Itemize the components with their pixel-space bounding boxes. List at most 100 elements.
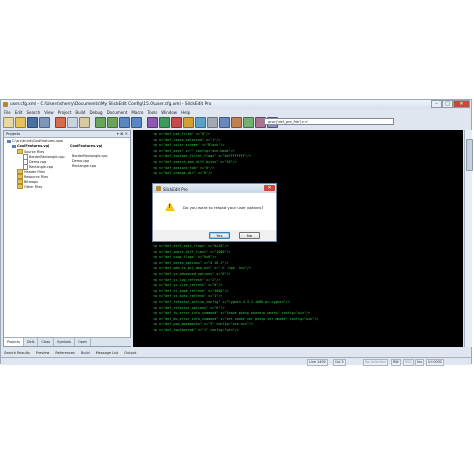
pane-close-icon[interactable]: ▾ ⊠ ✕ bbox=[117, 131, 128, 137]
paste-icon[interactable] bbox=[79, 116, 90, 128]
tab-references[interactable]: References bbox=[55, 350, 74, 357]
dialog-footer: Yes No bbox=[153, 230, 276, 241]
save-all-icon[interactable] bbox=[39, 116, 50, 128]
debug-icon[interactable] bbox=[171, 116, 182, 128]
window-title: user.cfg.xml - C:\Users\sherry\Documents… bbox=[10, 102, 212, 107]
projects-pane-title: Projects bbox=[6, 132, 21, 136]
minimize-button[interactable]: – bbox=[431, 100, 442, 108]
tree-item-workspace[interactable]: C:\src\trunk\CoolFeatures.vpw bbox=[7, 139, 63, 143]
code-line: <p n="def_vc_auto_refresh" v="1"/> bbox=[153, 294, 223, 299]
status-col: Col 5 bbox=[333, 359, 346, 366]
tab-open[interactable]: Open bbox=[75, 338, 91, 346]
code-line: <p n="def_vcpp_flags" v="0x6"/> bbox=[153, 255, 217, 260]
undo-icon[interactable] bbox=[95, 116, 106, 128]
build-icon[interactable] bbox=[147, 116, 158, 128]
project-icon bbox=[12, 144, 16, 148]
code-line: <p n="def_search_max_diff_bytes" v="10"/… bbox=[153, 160, 237, 164]
run-icon[interactable] bbox=[159, 116, 170, 128]
code-line: <p n="def_pop_bookmarks" v="5" config="a… bbox=[153, 322, 254, 327]
close-button[interactable]: ✕ bbox=[453, 100, 470, 108]
tree-item-project-alt[interactable]: CoolFeatures.vpj bbox=[70, 144, 102, 148]
menu-tools[interactable]: Tools bbox=[147, 109, 157, 116]
code-line: <p n="def_options_tab" v="0"/> bbox=[153, 165, 215, 170]
vertical-scrollbar[interactable] bbox=[464, 130, 473, 347]
menu-search[interactable]: Search bbox=[26, 109, 40, 116]
code-line: <p n="def_refactor_active_config" v="Cyg… bbox=[153, 300, 290, 304]
combo-arrow-icon[interactable]: ▸ bbox=[256, 119, 259, 125]
caption-buttons: – □ ✕ bbox=[431, 100, 470, 108]
redo-icon[interactable] bbox=[107, 116, 118, 128]
dialog-close-button[interactable]: ✕ bbox=[264, 185, 275, 191]
tab-output[interactable]: Output bbox=[124, 350, 136, 357]
status-line: Line 1492 bbox=[307, 359, 328, 366]
tree-item-project[interactable]: CoolFeatures.vpj bbox=[12, 144, 49, 148]
dialog-body: ! Do you want to reload your user option… bbox=[153, 193, 276, 241]
menu-project[interactable]: Project bbox=[58, 109, 72, 116]
code-line: <p n="def_leave_selected" v="1"/> bbox=[153, 137, 221, 142]
menu-debug[interactable]: Debug bbox=[89, 109, 102, 116]
menu-view[interactable]: View bbox=[44, 109, 54, 116]
tree-item-file-alt[interactable]: BorderRectangle.cpp bbox=[72, 154, 108, 158]
function-combo[interactable]: proc('def_pre_file')>>' bbox=[264, 118, 394, 125]
code-line: <p n="def_keys" v="" config="ace-mode"/> bbox=[153, 148, 235, 153]
dialog-title: SlickEdit Pro bbox=[163, 186, 188, 192]
main-toolbar bbox=[1, 116, 471, 128]
window-icon[interactable] bbox=[219, 116, 230, 128]
dialog-title-bar[interactable]: SlickEdit Pro ✕ bbox=[153, 184, 276, 193]
tree-item-other-files[interactable]: Other Files bbox=[17, 184, 42, 189]
app-icon bbox=[3, 102, 8, 107]
macro-icon[interactable] bbox=[231, 116, 242, 128]
cut-icon[interactable] bbox=[55, 116, 66, 128]
yes-button[interactable]: Yes bbox=[209, 232, 230, 239]
maximize-button[interactable]: □ bbox=[442, 100, 453, 108]
reload-options-dialog: SlickEdit Pro ✕ ! Do you want to reload … bbox=[152, 183, 277, 242]
replace-icon[interactable] bbox=[131, 116, 142, 128]
code-line: <p n="def_vc_page_refresh" v="4000"/> bbox=[153, 288, 229, 293]
tab-preview[interactable]: Preview bbox=[36, 350, 50, 357]
code-line: <p n="def_smart_diff_limit" v="1000"/> bbox=[153, 249, 231, 254]
code-line: <p n="def_use_fileh" v="0"/> bbox=[153, 132, 211, 136]
menu-window[interactable]: Window bbox=[161, 109, 177, 116]
menu-build[interactable]: Build bbox=[75, 109, 85, 116]
menu-help[interactable]: Help bbox=[181, 109, 190, 116]
tab-build[interactable]: Build bbox=[81, 350, 90, 357]
options-icon[interactable] bbox=[207, 116, 218, 128]
code-line: <p n="def_toolbar_filter_flags" v="0xFFF… bbox=[153, 154, 251, 159]
code-line: <p n="def_vc_live_refresh" v="0"/> bbox=[153, 283, 223, 288]
workspace-icon bbox=[7, 139, 11, 143]
find-icon[interactable] bbox=[119, 116, 130, 128]
menu-document[interactable]: Document bbox=[107, 109, 128, 116]
status-ins: Ins bbox=[415, 359, 424, 366]
code-line: <p n="def_change_dir" v="0"/> bbox=[153, 171, 213, 176]
folder-icon bbox=[17, 184, 23, 189]
status-selection: No Selection bbox=[363, 359, 389, 366]
menu-file[interactable]: File bbox=[4, 109, 11, 116]
tag-icon[interactable] bbox=[195, 116, 206, 128]
title-bar[interactable]: user.cfg.xml - C:\Users\sherry\Documents… bbox=[1, 100, 471, 109]
tab-message-list[interactable]: Message List bbox=[96, 350, 119, 357]
new-file-icon[interactable] bbox=[3, 116, 14, 128]
warning-mark: ! bbox=[168, 204, 171, 210]
copy-icon[interactable] bbox=[67, 116, 78, 128]
status-rw: RW bbox=[391, 359, 401, 366]
tab-search-results[interactable]: Search Results bbox=[4, 350, 30, 357]
scrollbar-thumb[interactable] bbox=[466, 139, 473, 171]
menu-edit[interactable]: Edit bbox=[15, 109, 23, 116]
tab-defs[interactable]: Defs bbox=[24, 338, 39, 346]
code-line: <p n="def_bw_error_info_command" v="set … bbox=[153, 316, 319, 321]
no-button[interactable]: No bbox=[239, 232, 260, 239]
diff-icon[interactable] bbox=[243, 116, 254, 128]
status-rec: REC bbox=[403, 359, 414, 366]
open-folder-icon[interactable] bbox=[15, 116, 26, 128]
bookmark-icon[interactable] bbox=[183, 116, 194, 128]
tab-class[interactable]: Class bbox=[38, 338, 55, 346]
tab-projects[interactable]: Projects bbox=[4, 338, 24, 346]
tab-symbols[interactable]: Symbols bbox=[54, 338, 76, 346]
save-icon[interactable] bbox=[27, 116, 38, 128]
pane-tab-strip: Projects Defs Class Symbols Open bbox=[4, 337, 131, 346]
tree-item-file-alt[interactable]: Demo.cpp bbox=[72, 159, 89, 163]
menu-macro[interactable]: Macro bbox=[131, 109, 143, 116]
tree-item-file-alt[interactable]: Rectangle.cpp bbox=[72, 164, 96, 168]
status-encoding: U+003C bbox=[426, 359, 445, 366]
code-line: <p n="def_add_to_prj_dep_ext" v=".h .hpp… bbox=[153, 266, 251, 271]
